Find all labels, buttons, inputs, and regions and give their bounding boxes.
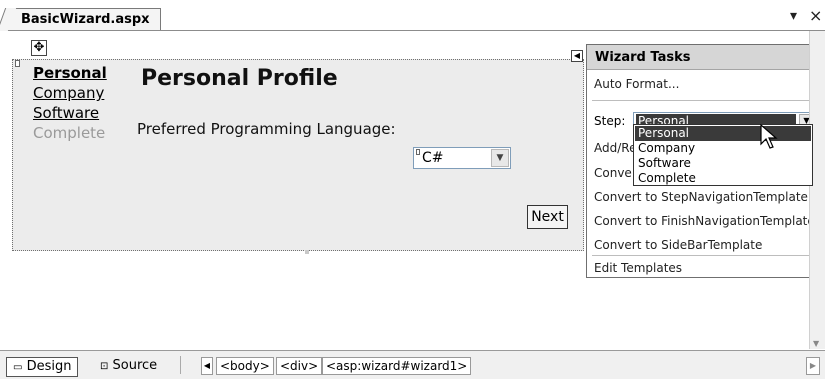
auto-format-link[interactable]: Auto Format... — [594, 77, 679, 91]
step-option-personal[interactable]: Personal — [635, 126, 811, 141]
document-tab-strip: BasicWizard.aspx ▾ × — [0, 0, 825, 31]
design-icon: ▭ — [13, 362, 23, 373]
crumb-back-icon[interactable]: ◀ — [201, 357, 213, 375]
convert-finish-nav-link[interactable]: Convert to FinishNavigationTemplate — [594, 214, 815, 228]
add-remove-steps-link[interactable]: Add/Re — [594, 141, 636, 155]
step-dropdown-list: Personal Company Software Complete — [633, 124, 813, 186]
chevron-down-icon[interactable]: ▼ — [491, 149, 509, 167]
document-tab[interactable]: BasicWizard.aspx — [6, 8, 161, 30]
tab-design[interactable]: ▭ Design — [6, 357, 79, 377]
source-tab-label: Source — [112, 358, 158, 373]
breadcrumb-div[interactable]: <div> — [276, 357, 323, 375]
sidebar-item-company[interactable]: Company — [33, 84, 104, 102]
scroll-down-icon[interactable]: ▼ — [813, 339, 819, 348]
divider — [592, 255, 814, 256]
control-glyph-icon — [15, 60, 20, 67]
smart-tag-icon[interactable]: ◀ — [571, 50, 583, 62]
breadcrumb-body[interactable]: <body> — [216, 357, 274, 375]
language-label: Preferred Programming Language: — [137, 120, 396, 138]
next-button[interactable]: Next — [527, 205, 568, 229]
close-icon[interactable]: × — [809, 6, 822, 25]
sidebar-item-complete: Complete — [33, 124, 106, 142]
source-icon: ⊡ — [100, 361, 109, 372]
step-option-company[interactable]: Company — [635, 141, 811, 156]
language-select[interactable]: C# ▼ — [413, 147, 511, 169]
step-title: Personal Profile — [141, 66, 338, 91]
crumb-forward-icon[interactable]: ▶ — [806, 357, 820, 375]
move-handle-icon[interactable]: ✥ — [31, 40, 47, 56]
language-select-value: C# — [422, 150, 444, 166]
step-label: Step: — [594, 114, 626, 128]
convert-sidebar-link[interactable]: Convert to SideBarTemplate — [594, 238, 762, 252]
sidebar-item-personal[interactable]: Personal — [33, 64, 107, 82]
step-option-software[interactable]: Software — [635, 156, 811, 171]
control-glyph-icon — [416, 149, 420, 155]
breadcrumb-wizard[interactable]: <asp:wizard#wizard1> — [322, 357, 472, 375]
document-tab-title: BasicWizard.aspx — [21, 12, 150, 27]
tasks-header: Wizard Tasks — [587, 45, 819, 70]
mouse-cursor-icon — [760, 124, 778, 149]
tab-source[interactable]: ⊡ Source — [94, 357, 163, 377]
resize-handle[interactable] — [305, 250, 309, 254]
design-tab-label: Design — [26, 359, 72, 374]
sidebar-item-software[interactable]: Software — [33, 104, 99, 122]
edit-templates-link[interactable]: Edit Templates — [594, 261, 682, 275]
window-menu-icon[interactable]: ▾ — [790, 8, 797, 24]
divider — [592, 100, 814, 101]
convert-start-nav-link[interactable]: Conve — [594, 166, 632, 180]
vertical-scrollbar[interactable]: ▼ — [809, 31, 825, 349]
step-option-complete[interactable]: Complete — [635, 171, 811, 186]
bottom-bar: ▭ Design ⊡ Source ◀ <body> <div> <asp:wi… — [0, 350, 825, 379]
convert-step-nav-link[interactable]: Convert to StepNavigationTemplate — [594, 190, 808, 204]
divider — [180, 356, 181, 374]
